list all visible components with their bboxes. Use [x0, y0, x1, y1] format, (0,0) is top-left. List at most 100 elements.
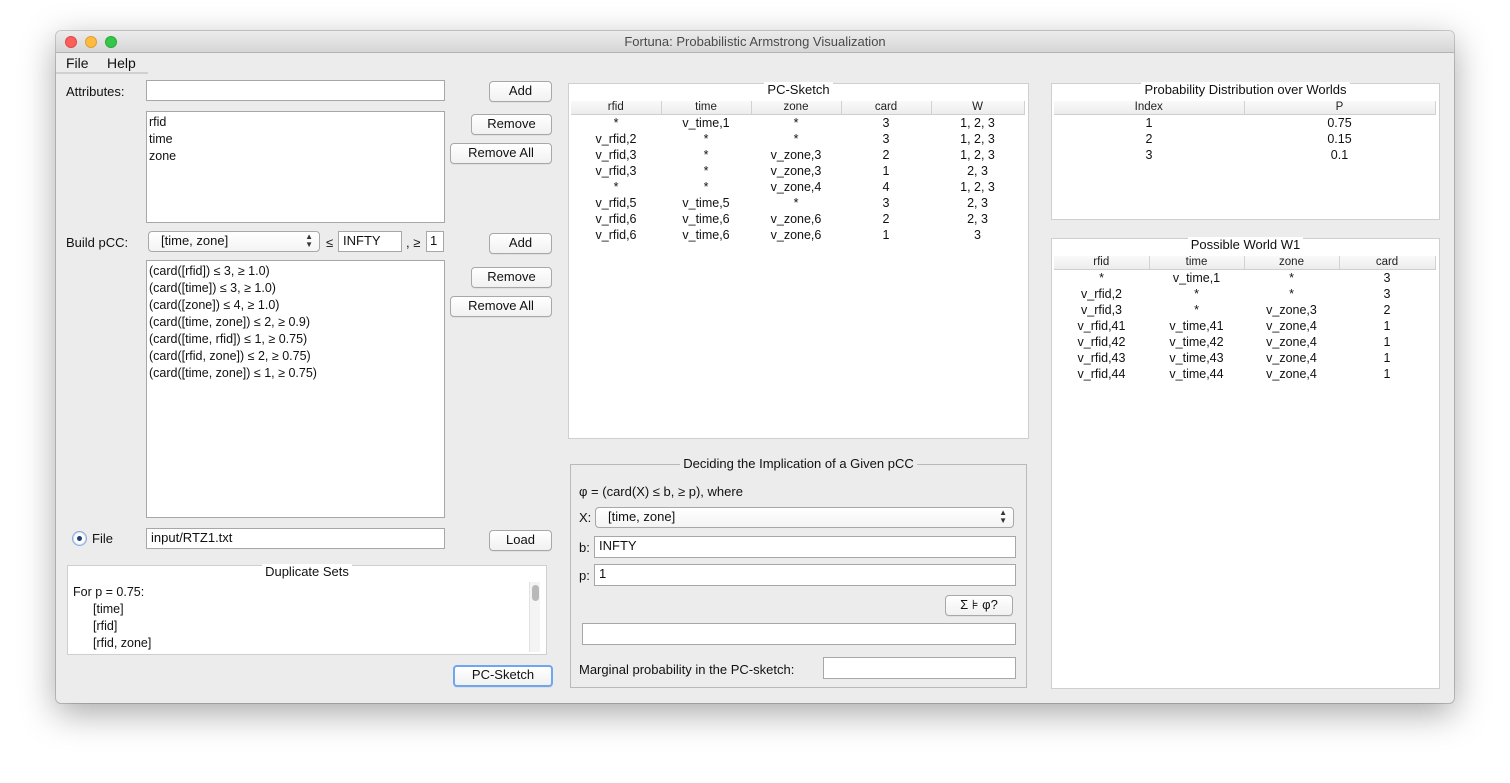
distribution-panel: Probability Distribution over Worlds Ind…: [1051, 82, 1440, 220]
b-label: b:: [579, 540, 590, 555]
radio-selected-dot: [77, 536, 82, 541]
distribution-column-header[interactable]: P: [1244, 101, 1436, 115]
list-item[interactable]: (card([time, zone]) ≤ 1, ≥ 0.75): [149, 365, 442, 382]
remove-attribute-button[interactable]: Remove: [471, 114, 552, 135]
duplicate-sets-title: Duplicate Sets: [68, 564, 546, 580]
table-cell: 1, 2, 3: [960, 180, 995, 194]
table-cell: v_time,6: [682, 212, 730, 226]
list-item[interactable]: zone: [149, 148, 442, 165]
table-row[interactable]: v_rfid,43 v_time,43 v_zone,4 1: [1054, 350, 1435, 366]
bound-b-input[interactable]: INFTY: [338, 231, 402, 252]
implication-p-input[interactable]: 1: [594, 564, 1016, 586]
possible-world-column-header[interactable]: rfid: [1054, 256, 1150, 270]
possible-world-panel: Possible World W1 rfid time zone card * v_ti…: [1051, 237, 1440, 689]
table-cell: 1, 2, 3: [960, 148, 995, 162]
remove-pcc-button[interactable]: Remove: [471, 267, 552, 288]
minimize-window-button[interactable]: [85, 36, 97, 48]
table-row[interactable]: 3 0.1: [1054, 147, 1435, 163]
possible-world-column-header[interactable]: card: [1339, 256, 1436, 270]
table-row[interactable]: v_rfid,5 v_time,5 * 3 2, 3: [571, 195, 1024, 211]
table-cell: 4: [882, 180, 890, 194]
pc-sketch-column-header[interactable]: rfid: [571, 101, 662, 115]
list-item[interactable]: time: [149, 131, 442, 148]
table-cell: v_time,1: [682, 116, 730, 130]
table-row[interactable]: v_rfid,3 * v_zone,3 2: [1054, 302, 1435, 318]
table-cell: *: [793, 132, 799, 146]
add-pcc-button[interactable]: Add: [489, 233, 552, 254]
scrollbar-thumb[interactable]: [532, 585, 539, 601]
table-cell: v_zone,4: [1266, 335, 1317, 349]
pc-sketch-column-header[interactable]: time: [661, 101, 752, 115]
table-cell: v_zone,3: [770, 148, 822, 162]
duplicate-sets-line: [rfid]: [93, 619, 118, 633]
attribute-input[interactable]: [146, 80, 445, 101]
distribution-table: Index P 1 0.75 2 0.15 3 0.1: [1054, 101, 1436, 163]
maximize-window-button[interactable]: [105, 36, 117, 48]
table-row[interactable]: 1 0.75: [1054, 115, 1435, 132]
duplicate-sets-scrollbar[interactable]: [529, 582, 540, 652]
implication-panel: Deciding the Implication of a Given pCC …: [570, 456, 1027, 688]
check-implication-button[interactable]: Σ ⊧ φ?: [945, 595, 1013, 616]
table-cell: v_zone,6: [770, 212, 822, 226]
probability-p-input[interactable]: 1: [426, 231, 444, 252]
distribution-column-header[interactable]: Index: [1054, 101, 1245, 115]
table-row[interactable]: v_rfid,41 v_time,41 v_zone,4 1: [1054, 318, 1435, 334]
load-file-button[interactable]: Load: [489, 530, 552, 551]
title-bar: Fortuna: Probabilistic Armstrong Visuali…: [56, 31, 1454, 53]
table-cell: 1: [1145, 116, 1153, 130]
implication-b-input[interactable]: INFTY: [594, 536, 1016, 558]
table-row[interactable]: v_rfid,42 v_time,42 v_zone,4 1: [1054, 334, 1435, 350]
remove-all-pcc-button[interactable]: Remove All: [450, 296, 552, 317]
table-cell: v_time,42: [1169, 335, 1224, 349]
menu-help[interactable]: Help: [103, 54, 140, 72]
list-item[interactable]: (card([time]) ≤ 3, ≥ 1.0): [149, 280, 442, 297]
file-path-input[interactable]: input/RTZ1.txt: [146, 528, 445, 549]
pcc-list[interactable]: (card([rfid]) ≤ 3, ≥ 1.0) (card([time]) …: [146, 260, 445, 518]
table-row[interactable]: v_rfid,2 * * 3 1, 2, 3: [571, 131, 1024, 147]
add-attribute-button[interactable]: Add: [489, 81, 552, 102]
remove-all-attributes-button[interactable]: Remove All: [450, 143, 552, 164]
table-row[interactable]: * v_time,1 * 3 1, 2, 3: [571, 115, 1024, 132]
list-item[interactable]: (card([rfid, zone]) ≤ 2, ≥ 0.75): [149, 348, 442, 365]
table-cell: v_rfid,3: [595, 148, 637, 162]
table-cell: 3: [882, 196, 890, 210]
list-item[interactable]: (card([rfid]) ≤ 3, ≥ 1.0): [149, 263, 442, 280]
p-label: p:: [579, 568, 590, 583]
list-item[interactable]: (card([time, rfid]) ≤ 1, ≥ 0.75): [149, 331, 442, 348]
list-item[interactable]: (card([zone]) ≤ 4, ≥ 1.0): [149, 297, 442, 314]
table-row[interactable]: v_rfid,44 v_time,44 v_zone,4 1: [1054, 366, 1435, 382]
possible-world-column-header[interactable]: zone: [1244, 256, 1340, 270]
table-cell: 3: [1383, 287, 1391, 301]
table-row[interactable]: v_rfid,2 * * 3: [1054, 286, 1435, 302]
implication-result-field: [582, 623, 1016, 645]
file-radio-label: File: [92, 531, 113, 546]
possible-world-column-header[interactable]: time: [1149, 256, 1245, 270]
close-window-button[interactable]: [65, 36, 77, 48]
pc-sketch-button[interactable]: PC-Sketch: [453, 665, 553, 687]
table-cell: v_time,44: [1169, 367, 1224, 381]
leq-symbol: ≤: [326, 235, 334, 250]
menu-file[interactable]: File: [62, 54, 93, 72]
table-row[interactable]: v_rfid,6 v_time,6 v_zone,6 1 3: [571, 227, 1024, 243]
x-attribute-select[interactable]: [time, zone] ▲ ▼: [595, 507, 1014, 528]
pc-sketch-column-header[interactable]: zone: [751, 101, 842, 115]
list-item[interactable]: (card([time, zone]) ≤ 2, ≥ 0.9): [149, 314, 442, 331]
table-row[interactable]: v_rfid,3 * v_zone,3 1 2, 3: [571, 163, 1024, 179]
table-row[interactable]: v_rfid,3 * v_zone,3 2 1, 2, 3: [571, 147, 1024, 163]
attribute-list[interactable]: rfid time zone: [146, 111, 445, 223]
x-attribute-select-value: [time, zone]: [608, 509, 676, 524]
list-item[interactable]: rfid: [149, 114, 442, 131]
table-row[interactable]: * * v_zone,4 4 1, 2, 3: [571, 179, 1024, 195]
table-cell: 1, 2, 3: [960, 116, 995, 130]
app-window: Fortuna: Probabilistic Armstrong Visuali…: [56, 31, 1454, 703]
pc-sketch-column-header[interactable]: W: [931, 101, 1025, 115]
pc-sketch-title: PC-Sketch: [569, 82, 1028, 98]
table-row[interactable]: v_rfid,6 v_time,6 v_zone,6 2 2, 3: [571, 211, 1024, 227]
table-row[interactable]: * v_time,1 * 3: [1054, 270, 1435, 287]
pc-sketch-column-header[interactable]: card: [841, 101, 932, 115]
table-row[interactable]: 2 0.15: [1054, 131, 1435, 147]
pcc-attribute-select[interactable]: [time, zone] ▲ ▼: [148, 231, 320, 252]
table-cell: v_zone,4: [1266, 367, 1317, 381]
file-radio-button[interactable]: [72, 531, 87, 546]
table-cell: 2: [882, 212, 890, 226]
